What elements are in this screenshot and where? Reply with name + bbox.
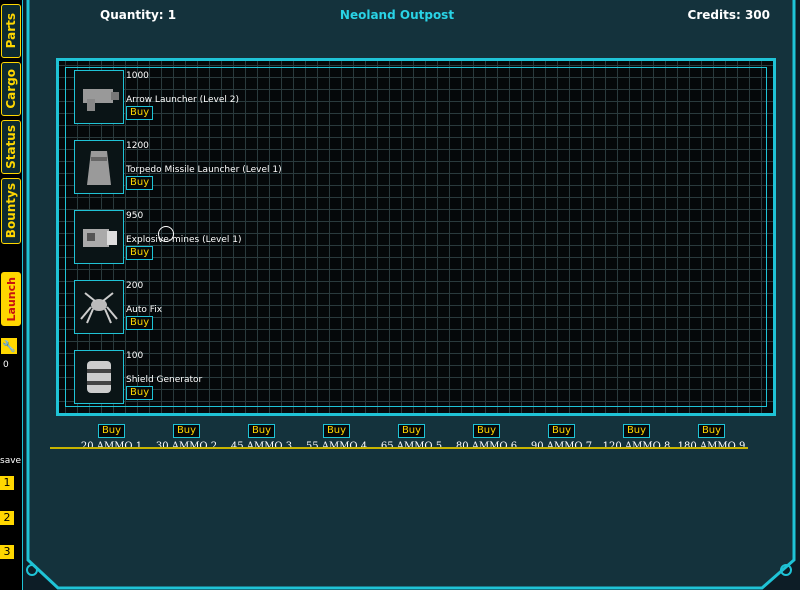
- list-item: 1000 Arrow Launcher (Level 2) Buy: [74, 70, 374, 126]
- corner-ring-icon: [26, 564, 38, 576]
- buy-ammo-button[interactable]: Buy: [547, 424, 576, 438]
- buy-ammo-button[interactable]: Buy: [322, 424, 351, 438]
- divider-line: [50, 447, 748, 449]
- list-item: 1200 Torpedo Missile Launcher (Level 1) …: [74, 140, 374, 196]
- item-name: Explosive-mines (Level 1): [126, 235, 242, 245]
- repair-bot-icon: [74, 280, 124, 334]
- wrench-icon[interactable]: 🔧: [1, 338, 17, 354]
- list-item: 200 Auto Fix Buy: [74, 280, 374, 336]
- tab-cargo[interactable]: Cargo: [1, 62, 21, 116]
- tab-status-label: Status: [4, 125, 18, 169]
- credits-display: Credits: 300: [687, 8, 770, 22]
- item-name: Shield Generator: [126, 375, 203, 385]
- shield-generator-icon: [74, 350, 124, 404]
- mouse-cursor-icon: [158, 226, 174, 242]
- buy-ammo-button[interactable]: Buy: [397, 424, 426, 438]
- buy-button[interactable]: Buy: [126, 386, 154, 400]
- item-name: Auto Fix: [126, 305, 163, 315]
- counter-value: 0: [3, 360, 9, 370]
- save-slot-3[interactable]: 3: [0, 545, 14, 559]
- launch-label: Launch: [4, 276, 18, 322]
- shop-frame: Quantity: 1 Neoland Outpost Credits: 300…: [22, 0, 800, 590]
- location-title: Neoland Outpost: [339, 8, 455, 22]
- item-name: Torpedo Missile Launcher (Level 1): [126, 165, 282, 175]
- left-rail: Parts Cargo Status Bountys Launch 🔧 0 sa…: [0, 0, 22, 590]
- save-slot-1[interactable]: 1: [0, 476, 14, 490]
- buy-button[interactable]: Buy: [126, 106, 154, 120]
- item-price: 100: [126, 351, 144, 361]
- item-price: 1200: [126, 141, 149, 151]
- tab-cargo-label: Cargo: [4, 69, 18, 109]
- list-item: 100 Shield Generator Buy: [74, 350, 374, 406]
- buy-ammo-button[interactable]: Buy: [247, 424, 276, 438]
- buy-button[interactable]: Buy: [126, 316, 154, 330]
- item-name: Arrow Launcher (Level 2): [126, 95, 239, 105]
- buy-ammo-button[interactable]: Buy: [97, 424, 126, 438]
- parts-grid: 1000 Arrow Launcher (Level 2) Buy 1200 T…: [56, 58, 776, 416]
- buy-ammo-button[interactable]: Buy: [472, 424, 501, 438]
- launch-button[interactable]: Launch: [1, 272, 21, 326]
- buy-button[interactable]: Buy: [126, 176, 154, 190]
- tab-status[interactable]: Status: [1, 120, 21, 174]
- buy-ammo-button[interactable]: Buy: [697, 424, 726, 438]
- tab-bountys-label: Bountys: [4, 183, 18, 239]
- tab-bountys[interactable]: Bountys: [1, 178, 21, 244]
- save-slot-2[interactable]: 2: [0, 511, 14, 525]
- list-item: 950 Explosive-mines (Level 1) Buy: [74, 210, 374, 266]
- buy-button[interactable]: Buy: [126, 246, 154, 260]
- torpedo-icon: [74, 140, 124, 194]
- item-price: 950: [126, 211, 144, 221]
- launcher-icon: [74, 70, 124, 124]
- item-price: 1000: [126, 71, 149, 81]
- buy-ammo-button[interactable]: Buy: [172, 424, 201, 438]
- mine-icon: [74, 210, 124, 264]
- item-price: 200: [126, 281, 144, 291]
- save-label: save: [0, 456, 22, 466]
- tab-parts[interactable]: Parts: [1, 4, 21, 58]
- buy-ammo-button[interactable]: Buy: [622, 424, 651, 438]
- tab-parts-label: Parts: [4, 13, 18, 49]
